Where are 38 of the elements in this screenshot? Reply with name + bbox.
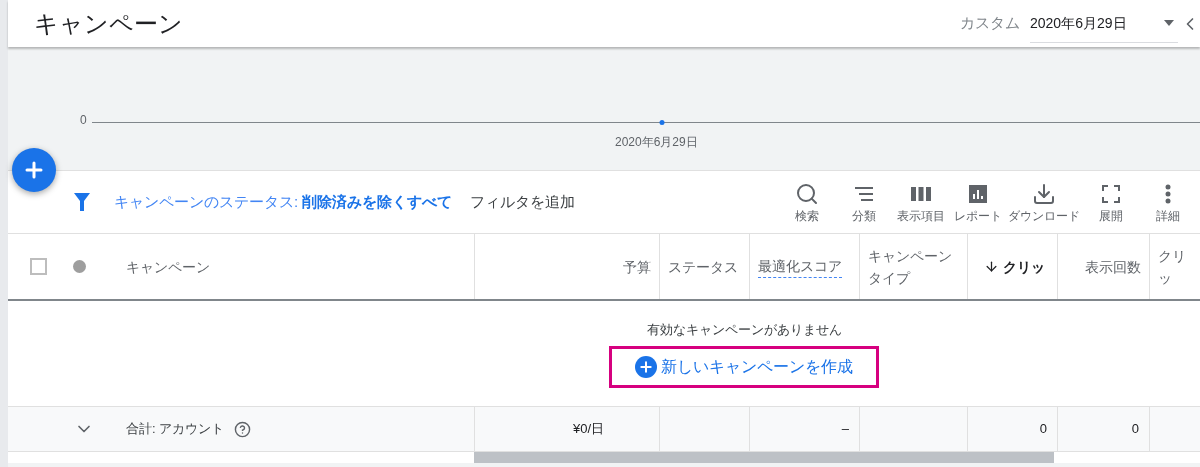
column-header[interactable]: クリッ — [1003, 255, 1045, 278]
column-header[interactable]: 表示回数 — [1085, 255, 1141, 278]
date-range-label: カスタム — [960, 13, 1020, 34]
help-icon[interactable] — [234, 420, 252, 438]
toolbar-button[interactable]: 検索 — [778, 181, 835, 223]
date-range-dropdown[interactable]: 2020年6月29日 — [1030, 4, 1178, 43]
dropdown-caret-icon — [1164, 20, 1174, 26]
axis-label: 2020年6月29日 — [615, 134, 698, 151]
toolbar-button[interactable]: 詳細 — [1139, 181, 1196, 223]
filter-icon — [74, 193, 90, 211]
toolbar-button[interactable]: 展開 — [1082, 181, 1139, 223]
add-filter-link[interactable]: フィルタを追加 — [470, 190, 576, 214]
status-filter-link[interactable]: キャンペーンのステータス: 削除済みを除くすべて — [114, 190, 453, 214]
toolbar-button[interactable]: レポート — [949, 181, 1006, 223]
search-icon — [794, 181, 819, 206]
table-cell-text: 0 — [1131, 420, 1139, 439]
table-cell-text: – — [841, 420, 849, 439]
table-cell-text: ¥0/日 — [572, 420, 604, 439]
column-header[interactable]: 予算 — [623, 255, 651, 278]
column-header[interactable]: クリッ — [1158, 244, 1192, 289]
toolbar-button[interactable]: 分類 — [835, 181, 892, 223]
select-all-checkbox[interactable] — [30, 258, 47, 275]
total-label: 合計: アカウント — [126, 420, 225, 439]
table-cell-text: 0 — [1039, 420, 1047, 439]
column-header[interactable]: キャンペーンタイプ — [868, 244, 959, 289]
toolbar-button[interactable]: 表示項目 — [892, 181, 949, 223]
column-header[interactable]: 最適化スコア — [758, 255, 842, 278]
scrollbar-thumb[interactable] — [474, 452, 1054, 463]
create-campaign-button[interactable]: 新しいキャンペーンを作成 — [635, 354, 853, 379]
more-icon — [1164, 183, 1171, 204]
toolbar-button[interactable]: ダウンロード — [1006, 181, 1082, 223]
download-icon — [1032, 181, 1056, 206]
page-title: キャンペーン — [34, 8, 183, 39]
column-header[interactable]: キャンペーン — [126, 255, 210, 278]
axis-label: 0 — [80, 112, 88, 129]
empty-message: 有効なキャンペーンがありません — [646, 321, 842, 339]
sort-arrow-icon — [984, 259, 999, 274]
column-header[interactable]: ステータス — [668, 255, 738, 278]
